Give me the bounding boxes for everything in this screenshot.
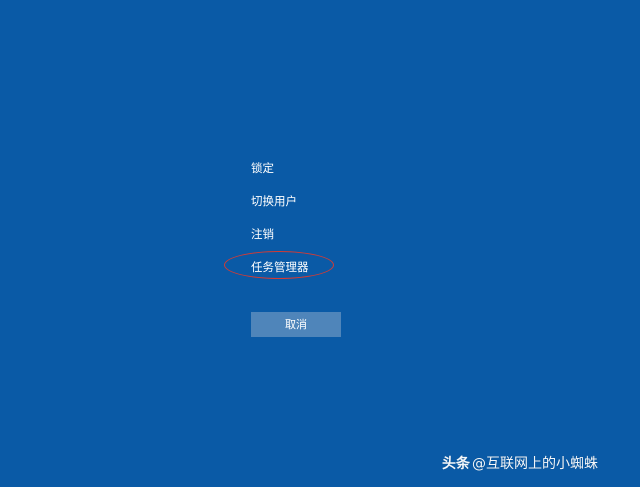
security-options-screen: 锁定 切换用户 注销 任务管理器 取消 头条 @互联网上的小蜘蛛 <box>0 0 640 487</box>
watermark-logo: 头条 <box>442 456 470 472</box>
sign-out-option[interactable]: 注销 <box>251 224 391 257</box>
watermark: 头条 @互联网上的小蜘蛛 <box>442 454 630 474</box>
security-options-menu: 锁定 切换用户 注销 任务管理器 <box>251 158 391 290</box>
watermark-handle: @互联网上的小蜘蛛 <box>472 456 598 472</box>
lock-option[interactable]: 锁定 <box>251 158 391 191</box>
switch-user-option[interactable]: 切换用户 <box>251 191 391 224</box>
cancel-button[interactable]: 取消 <box>251 312 341 337</box>
task-manager-option[interactable]: 任务管理器 <box>251 257 391 290</box>
